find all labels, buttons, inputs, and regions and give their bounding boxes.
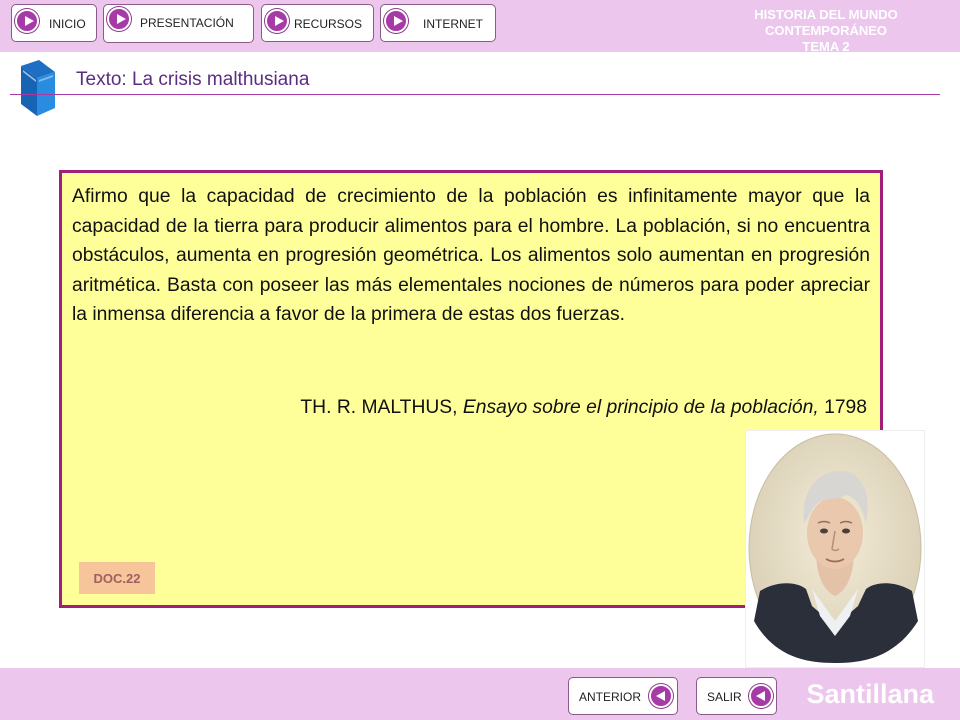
nav-button-inicio[interactable]: INICIO xyxy=(11,4,97,42)
back-arrow-icon xyxy=(749,684,773,708)
nav-button-presentacion[interactable]: PRESENTACIÓN xyxy=(103,4,254,43)
nav-label-presentacion: PRESENTACIÓN xyxy=(140,16,234,30)
attribution-year: 1798 xyxy=(818,397,867,418)
previous-button[interactable]: ANTERIOR xyxy=(568,677,678,715)
title-divider xyxy=(10,94,940,95)
nav-label-internet: INTERNET xyxy=(423,17,483,31)
brand-logo-text: Santillana xyxy=(806,679,934,709)
play-icon xyxy=(107,7,131,31)
play-icon xyxy=(15,9,39,33)
course-title: HISTORIA DEL MUNDO CONTEMPORÁNEO xyxy=(754,7,898,38)
previous-label: ANTERIOR xyxy=(579,690,642,704)
quote-attribution: TH. R. MALTHUS, Ensayo sobre el principi… xyxy=(300,397,867,419)
attribution-work: Ensayo sobre el principio de la població… xyxy=(462,397,819,418)
page-title: Texto: La crisis malthusiana xyxy=(76,69,310,90)
play-icon xyxy=(265,9,289,33)
course-header: HISTORIA DEL MUNDO CONTEMPORÁNEO TEMA 2 xyxy=(706,7,946,55)
play-icon xyxy=(384,9,408,33)
quote-text: Afirmo que la capacidad de crecimiento d… xyxy=(72,186,870,325)
nav-button-recursos[interactable]: RECURSOS xyxy=(261,4,374,42)
nav-label-inicio: INICIO xyxy=(49,17,86,31)
course-subtitle: TEMA 2 xyxy=(802,39,850,54)
malthus-portrait xyxy=(745,430,925,668)
back-arrow-icon xyxy=(649,684,673,708)
exit-button[interactable]: SALIR xyxy=(696,677,777,715)
nav-button-internet[interactable]: INTERNET xyxy=(380,4,496,42)
attribution-author: TH. R. MALTHUS, xyxy=(300,397,463,418)
document-badge: DOC.22 xyxy=(79,562,155,594)
book-icon xyxy=(21,60,55,116)
nav-label-recursos: RECURSOS xyxy=(294,17,363,31)
exit-label: SALIR xyxy=(707,690,742,704)
